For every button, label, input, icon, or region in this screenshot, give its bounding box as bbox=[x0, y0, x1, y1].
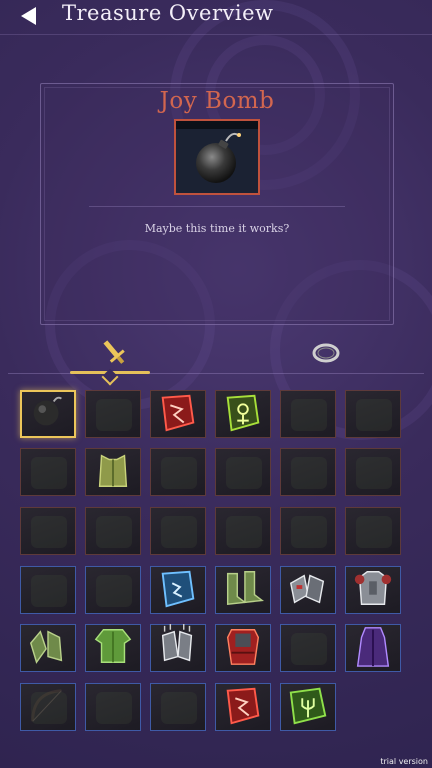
back-button[interactable] bbox=[18, 6, 40, 26]
watermark: trial version bbox=[380, 757, 428, 766]
treasure-slot[interactable] bbox=[345, 566, 401, 614]
treasure-slot[interactable] bbox=[215, 507, 271, 555]
treasure-slot[interactable] bbox=[345, 624, 401, 672]
ring-icon bbox=[312, 343, 340, 363]
treasure-slot[interactable] bbox=[215, 390, 271, 438]
page-title: Treasure Overview bbox=[62, 1, 274, 25]
treasure-slot[interactable] bbox=[85, 683, 141, 731]
treasure-slot[interactable] bbox=[280, 683, 336, 731]
steel-gauntlets-icon bbox=[283, 566, 333, 614]
treasure-slot[interactable] bbox=[345, 507, 401, 555]
locked-silhouette bbox=[291, 516, 327, 548]
treasure-slot[interactable] bbox=[280, 507, 336, 555]
bomb-icon bbox=[196, 132, 241, 183]
locked-silhouette bbox=[291, 457, 327, 489]
sword-icon bbox=[103, 340, 125, 364]
treasure-slot[interactable] bbox=[345, 390, 401, 438]
locked-silhouette bbox=[31, 457, 67, 489]
header: Treasure Overview bbox=[0, 0, 432, 30]
panel-divider bbox=[89, 206, 345, 207]
item-preview bbox=[174, 119, 260, 195]
green-boots-icon bbox=[218, 566, 268, 614]
treasure-slot[interactable] bbox=[215, 566, 271, 614]
treasure-slot[interactable] bbox=[20, 566, 76, 614]
treasure-slot[interactable] bbox=[150, 566, 206, 614]
bow-icon bbox=[23, 683, 73, 731]
item-name: Joy Bomb bbox=[159, 88, 275, 114]
green-trident-rune-icon bbox=[283, 683, 333, 731]
green-tunic-icon bbox=[88, 624, 138, 672]
blue-rune-icon bbox=[153, 566, 203, 614]
treasure-slot[interactable] bbox=[280, 566, 336, 614]
treasure-slot[interactable] bbox=[20, 507, 76, 555]
treasure-slot[interactable] bbox=[85, 390, 141, 438]
locked-silhouette bbox=[161, 692, 197, 724]
treasure-slot[interactable] bbox=[150, 624, 206, 672]
red-armor-icon bbox=[218, 624, 268, 672]
locked-silhouette bbox=[356, 399, 392, 431]
tab-accessories[interactable] bbox=[308, 338, 344, 368]
locked-silhouette bbox=[161, 516, 197, 548]
green-gloves-icon bbox=[23, 624, 73, 672]
plate-armor-icon bbox=[348, 566, 398, 614]
leather-vest-icon bbox=[88, 448, 138, 496]
treasure-slot[interactable] bbox=[20, 390, 76, 438]
header-divider bbox=[0, 34, 432, 35]
locked-silhouette bbox=[226, 457, 262, 489]
treasure-slot[interactable] bbox=[215, 683, 271, 731]
treasure-slot[interactable] bbox=[215, 448, 271, 496]
locked-silhouette bbox=[31, 575, 67, 607]
locked-silhouette bbox=[96, 692, 132, 724]
locked-silhouette bbox=[96, 516, 132, 548]
locked-silhouette bbox=[161, 457, 197, 489]
treasure-slot[interactable] bbox=[20, 624, 76, 672]
back-arrow-icon bbox=[21, 7, 36, 25]
treasure-slot[interactable] bbox=[280, 390, 336, 438]
tab-weapons[interactable] bbox=[96, 338, 132, 368]
locked-silhouette bbox=[291, 633, 327, 665]
bomb-icon bbox=[23, 390, 73, 438]
treasure-slot[interactable] bbox=[150, 507, 206, 555]
treasure-slot[interactable] bbox=[85, 507, 141, 555]
red-rune-icon bbox=[153, 390, 203, 438]
treasure-slot[interactable] bbox=[345, 448, 401, 496]
treasure-slot[interactable] bbox=[280, 448, 336, 496]
locked-silhouette bbox=[96, 575, 132, 607]
locked-silhouette bbox=[356, 457, 392, 489]
treasure-slot[interactable] bbox=[150, 448, 206, 496]
clawed-gauntlets-icon bbox=[153, 624, 203, 672]
locked-silhouette bbox=[31, 516, 67, 548]
treasure-slot[interactable] bbox=[150, 390, 206, 438]
treasure-slot[interactable] bbox=[150, 683, 206, 731]
green-rune-icon bbox=[218, 390, 268, 438]
item-detail-panel: Joy Bomb Maybe this time it works? bbox=[40, 83, 394, 325]
purple-robe-icon bbox=[348, 624, 398, 672]
treasure-slot[interactable] bbox=[85, 624, 141, 672]
locked-silhouette bbox=[226, 516, 262, 548]
treasure-slot[interactable] bbox=[85, 448, 141, 496]
treasure-slot[interactable] bbox=[20, 683, 76, 731]
treasure-slot[interactable] bbox=[85, 566, 141, 614]
treasure-slot[interactable] bbox=[280, 624, 336, 672]
locked-silhouette bbox=[291, 399, 327, 431]
treasure-slot[interactable] bbox=[20, 448, 76, 496]
locked-silhouette bbox=[96, 399, 132, 431]
red-rune-icon bbox=[218, 683, 268, 731]
locked-silhouette bbox=[356, 516, 392, 548]
treasure-slot[interactable] bbox=[215, 624, 271, 672]
item-description: Maybe this time it works? bbox=[144, 222, 290, 235]
